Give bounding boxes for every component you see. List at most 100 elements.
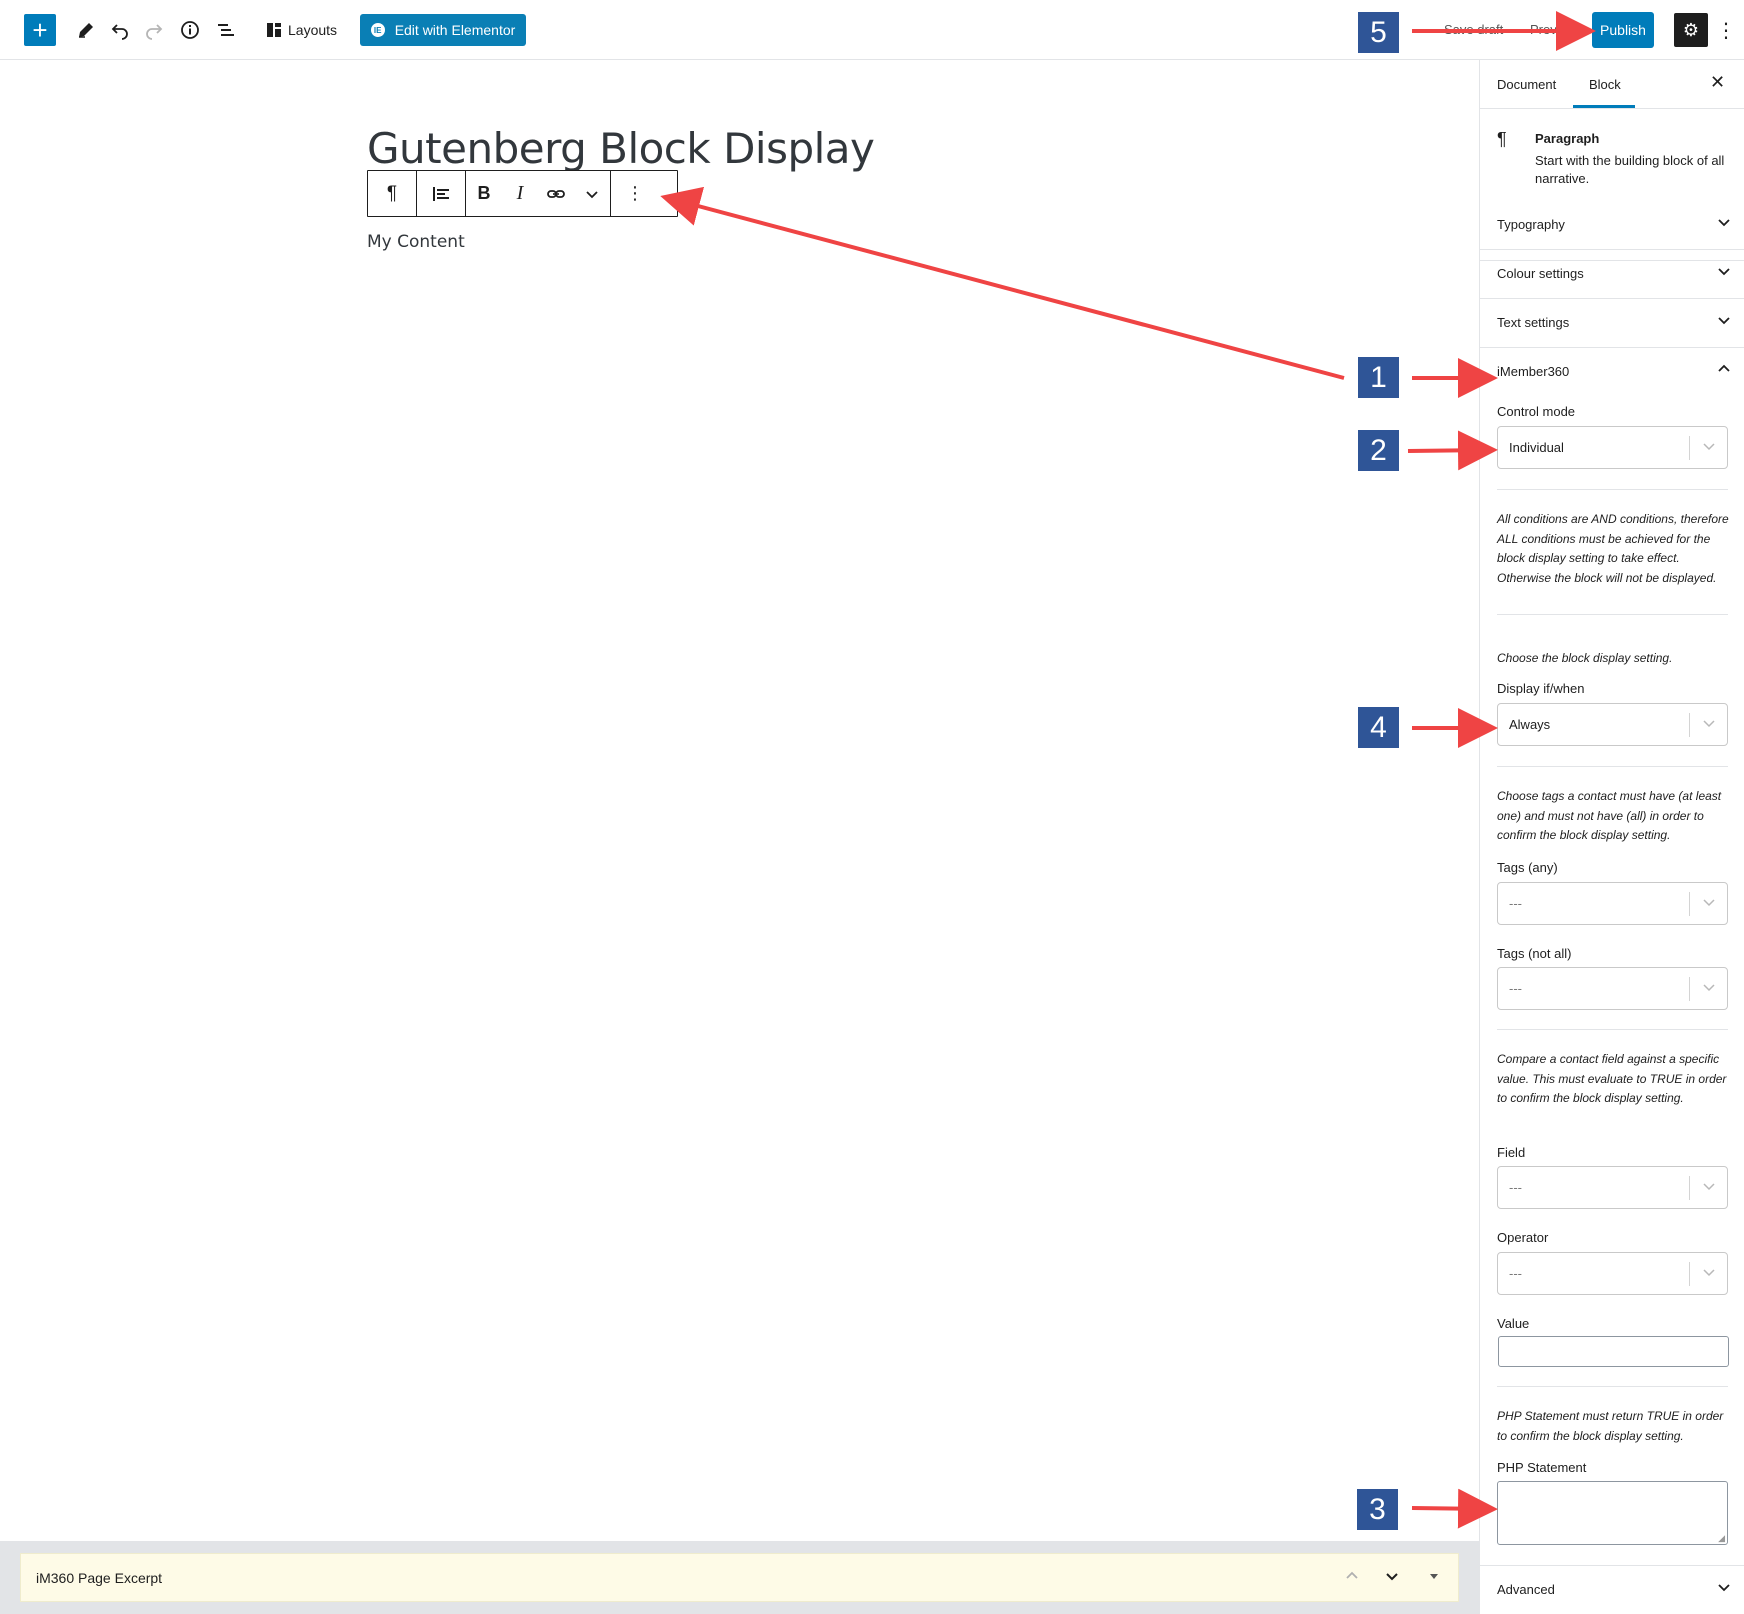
chevron-down-icon (586, 190, 598, 198)
post-title[interactable]: Gutenberg Block Display (367, 124, 875, 173)
panel-title: Text settings (1497, 315, 1570, 330)
block-switcher-button[interactable]: ¶ (368, 171, 416, 216)
tags-any-select[interactable]: --- (1497, 882, 1728, 925)
field-select[interactable]: --- (1497, 1166, 1728, 1209)
plus-icon: + (32, 15, 48, 45)
php-statement-textarea[interactable]: ◢ (1497, 1481, 1728, 1545)
panel-colour-settings[interactable]: Colour settings (1480, 250, 1744, 299)
chevron-down-icon (1718, 219, 1730, 227)
chevron-down-icon (1703, 1183, 1715, 1191)
active-tab-indicator (1573, 105, 1635, 108)
align-button[interactable] (417, 171, 465, 216)
move-up-icon[interactable] (1343, 1567, 1361, 1585)
layouts-button[interactable]: Layouts (260, 14, 343, 46)
pencil-icon (79, 23, 93, 38)
layouts-label: Layouts (288, 22, 338, 38)
chevron-down-icon (1703, 720, 1715, 728)
add-block-button[interactable]: + (24, 14, 56, 46)
block-switcher-group: ¶ (368, 171, 417, 216)
redo-icon (146, 24, 163, 40)
annotation-marker-2: 2 (1358, 430, 1399, 471)
divider (1497, 1386, 1728, 1387)
resize-handle-icon[interactable]: ◢ (1718, 1533, 1725, 1544)
settings-toggle-button[interactable]: ⚙ (1674, 13, 1708, 47)
annotation-marker-4: 4 (1358, 707, 1399, 748)
operator-select[interactable]: --- (1497, 1252, 1728, 1295)
close-icon[interactable]: ✕ (1710, 72, 1725, 93)
block-options-group: ⋮ (611, 171, 659, 216)
redo-button[interactable] (138, 14, 170, 46)
save-draft-link[interactable]: Save draft (1444, 22, 1503, 37)
link-button[interactable] (538, 171, 574, 216)
move-down-icon[interactable] (1383, 1567, 1401, 1585)
block-toolbar: ¶ B I ⋮ (367, 170, 678, 217)
layouts-icon (267, 23, 281, 37)
display-if-select[interactable]: Always (1497, 703, 1728, 746)
chevron-down-icon (1703, 984, 1715, 992)
tags-not-all-select[interactable]: --- (1497, 967, 1728, 1010)
paragraph-block[interactable]: My Content (367, 232, 465, 252)
select-value: --- (1509, 896, 1522, 911)
control-mode-select[interactable]: Individual (1497, 426, 1728, 469)
link-icon (547, 189, 565, 198)
undo-button[interactable] (104, 14, 136, 46)
select-separator (1689, 713, 1690, 737)
panel-title: Typography (1497, 217, 1565, 232)
alignment-group (417, 171, 466, 216)
chevron-down-icon (1703, 1269, 1715, 1277)
block-navigation-button[interactable] (210, 14, 242, 46)
tab-block[interactable]: Block (1589, 77, 1621, 92)
edit-with-elementor-button[interactable]: IE Edit with Elementor (360, 14, 526, 46)
select-value: --- (1509, 981, 1522, 996)
vertical-ellipsis-icon: ⋮ (626, 183, 644, 203)
panel-imember360[interactable]: iMember360 (1480, 348, 1744, 397)
publish-label: Publish (1600, 22, 1646, 38)
value-input[interactable] (1498, 1336, 1729, 1367)
select-separator (1689, 1262, 1690, 1286)
display-if-label: Display if/when (1497, 681, 1585, 696)
tags-not-all-label: Tags (not all) (1497, 946, 1572, 961)
metabox-page-excerpt: iM360 Page Excerpt (20, 1553, 1459, 1602)
info-icon (181, 21, 199, 39)
paragraph-icon: ¶ (386, 182, 398, 204)
metabox-title[interactable]: iM360 Page Excerpt (36, 1570, 162, 1586)
list-view-icon (218, 24, 234, 36)
panel-advanced[interactable]: Advanced (1480, 1565, 1744, 1614)
chevron-down-icon (1718, 1584, 1730, 1592)
field-label: Field (1497, 1145, 1526, 1160)
gear-icon: ⚙ (1682, 19, 1700, 40)
more-menu-button[interactable]: ⋮ (1716, 14, 1736, 46)
chevron-down-icon (1718, 317, 1730, 325)
panel-text-settings[interactable]: Text settings (1480, 299, 1744, 348)
operator-label: Operator (1497, 1230, 1549, 1245)
tools-button[interactable] (70, 14, 102, 46)
php-statement-help: PHP Statement must return TRUE in order … (1497, 1409, 1724, 1443)
sidebar-tabs: Document Block ✕ (1480, 60, 1744, 109)
bold-button[interactable]: B (466, 171, 502, 216)
elementor-label: Edit with Elementor (394, 22, 516, 38)
toggle-panel-icon[interactable] (1425, 1567, 1443, 1585)
divider (1497, 614, 1728, 615)
panel-title: iMember360 (1497, 364, 1570, 379)
panel-title: Advanced (1497, 1582, 1555, 1597)
metabox-area: iM360 Page Excerpt (0, 1541, 1479, 1614)
preview-link[interactable]: Preview (1530, 22, 1576, 37)
annotation-marker-1: 1 (1358, 357, 1399, 398)
tab-document[interactable]: Document (1497, 77, 1556, 92)
annotation-marker-5: 5 (1358, 12, 1399, 53)
select-separator (1689, 1176, 1690, 1200)
info-button[interactable] (174, 14, 206, 46)
arrow-2-to-control-mode (1407, 430, 1498, 471)
select-value: --- (1509, 1266, 1522, 1281)
select-value: --- (1509, 1180, 1522, 1195)
publish-button[interactable]: Publish (1592, 12, 1654, 48)
italic-button[interactable]: I (502, 171, 538, 216)
select-separator (1689, 436, 1690, 460)
undo-icon (111, 24, 128, 40)
more-formatting-button[interactable] (574, 171, 610, 216)
select-separator (1689, 977, 1690, 1001)
block-options-button[interactable]: ⋮ (611, 171, 659, 216)
panel-typography[interactable]: Typography (1480, 201, 1744, 250)
divider (1497, 1029, 1728, 1030)
value-label: Value (1497, 1316, 1530, 1331)
